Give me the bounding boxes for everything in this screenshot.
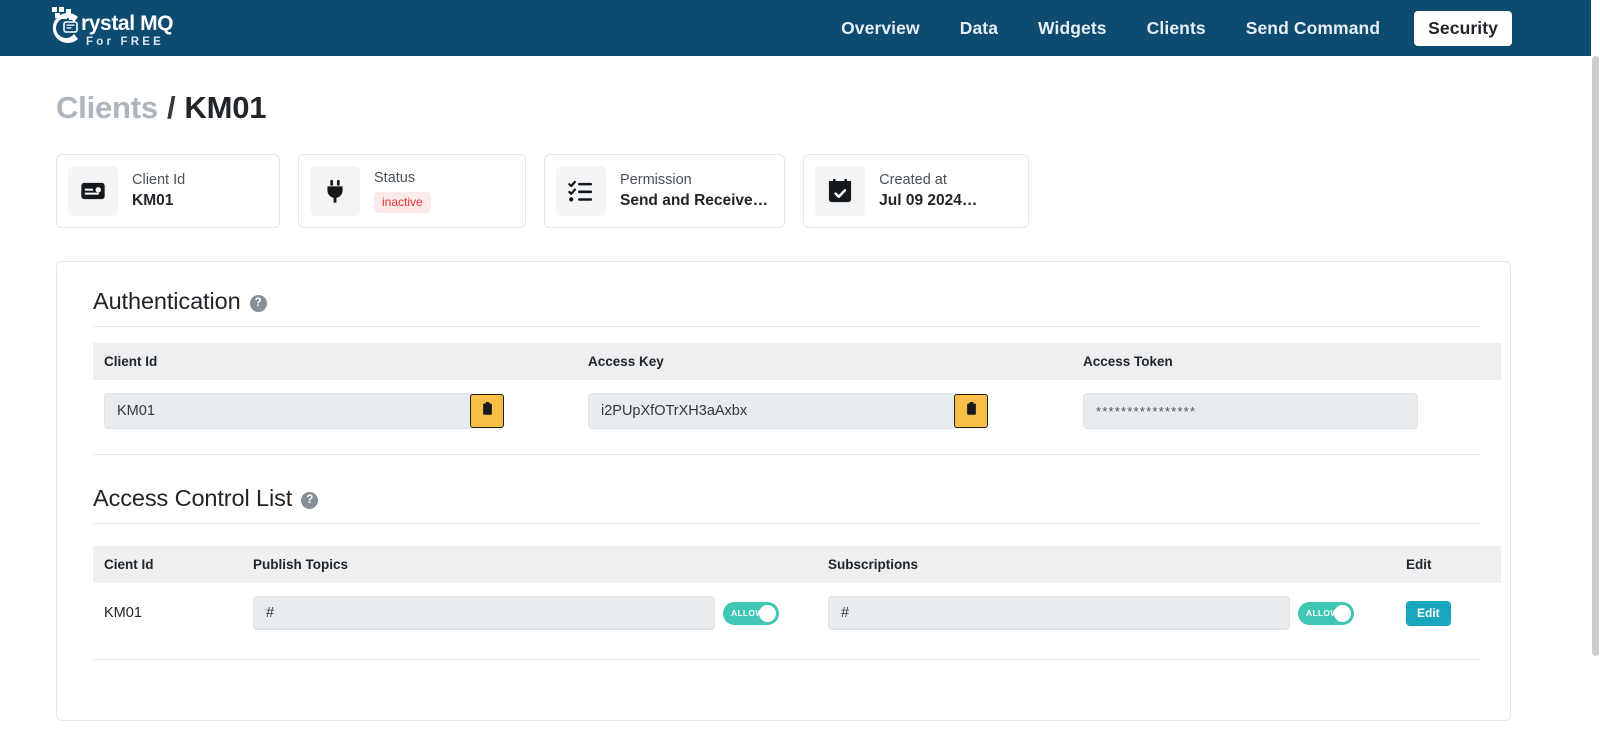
primary-navigation: Overview Data Widgets Clients Send Comma… xyxy=(825,11,1512,46)
card-client-id-label: Client Id xyxy=(132,171,185,189)
acl-col-subscriptions: Subscriptions xyxy=(828,546,1406,583)
acl-col-publish-topics: Publish Topics xyxy=(253,546,828,583)
authentication-table: Client Id Access Key Access Token KM01 xyxy=(93,343,1501,442)
card-created-at-label: Created at xyxy=(879,171,977,189)
page-body: Clients / KM01 Client Id KM01 xyxy=(0,56,1600,721)
card-permission: Permission Send and Receive… xyxy=(544,154,785,228)
acl-row-divider xyxy=(93,659,1480,660)
acl-title-text: Access Control List xyxy=(93,485,292,512)
card-client-id: Client Id KM01 xyxy=(56,154,280,228)
page-scrollbar-track[interactable] xyxy=(1591,0,1600,735)
brand-logo-link[interactable]: rystal MQ For FREE xyxy=(38,0,188,56)
authentication-help-icon[interactable]: ? xyxy=(250,295,267,312)
crystal-mq-logo-icon: rystal MQ For FREE xyxy=(38,5,188,51)
auth-col-access-key: Access Key xyxy=(588,343,1083,380)
acl-heading: Access Control List ? xyxy=(57,455,1510,512)
nav-item-send-command[interactable]: Send Command xyxy=(1230,12,1396,45)
status-badge: inactive xyxy=(374,192,431,213)
acl-table-row: KM01 # ALLOW # xyxy=(93,583,1501,643)
acl-cell-subscriptions: # ALLOW xyxy=(828,583,1406,643)
subscriptions-input[interactable]: # xyxy=(828,596,1290,630)
clipboard-icon xyxy=(480,401,495,421)
access-key-field[interactable]: i2PUpXfOTrXH3aAxbx xyxy=(588,393,958,429)
page-title: KM01 xyxy=(184,90,266,126)
publish-topics-allow-toggle[interactable]: ALLOW xyxy=(723,602,779,625)
auth-cell-client-id: KM01 xyxy=(93,380,588,442)
acl-table-header-row: Cient Id Publish Topics Subscriptions Ed… xyxy=(93,546,1501,583)
acl-help-icon[interactable]: ? xyxy=(301,492,318,509)
id-card-icon xyxy=(68,166,118,216)
auth-cell-access-token: **************** xyxy=(1083,380,1501,442)
auth-cell-access-key: i2PUpXfOTrXH3aAxbx xyxy=(588,380,1083,442)
breadcrumb-parent-clients[interactable]: Clients xyxy=(56,90,158,126)
svg-text:rystal MQ: rystal MQ xyxy=(81,12,173,35)
card-permission-label: Permission xyxy=(620,171,768,189)
nav-item-clients[interactable]: Clients xyxy=(1131,12,1222,45)
access-token-field[interactable]: **************** xyxy=(1083,393,1418,429)
card-permission-value: Send and Receive… xyxy=(620,191,768,210)
copy-client-id-button[interactable] xyxy=(470,394,504,428)
breadcrumb: Clients / KM01 xyxy=(0,56,1600,126)
card-status: Status inactive xyxy=(298,154,526,228)
card-client-id-value: KM01 xyxy=(132,191,185,210)
breadcrumb-separator: / xyxy=(158,90,184,126)
calendar-check-icon xyxy=(815,166,865,216)
client-id-field[interactable]: KM01 xyxy=(104,393,474,429)
top-navbar: rystal MQ For FREE Overview Data Widgets… xyxy=(0,0,1600,56)
authentication-heading: Authentication ? xyxy=(57,262,1510,315)
plug-icon xyxy=(310,166,360,216)
svg-text:For FREE: For FREE xyxy=(86,36,164,48)
authentication-table-header-row: Client Id Access Key Access Token xyxy=(93,343,1501,380)
nav-item-security[interactable]: Security xyxy=(1414,11,1512,46)
publish-toggle-knob xyxy=(759,605,776,622)
acl-cell-publish-topics: # ALLOW xyxy=(253,583,828,643)
acl-cell-edit: Edit xyxy=(1406,583,1501,643)
nav-item-overview[interactable]: Overview xyxy=(825,12,936,45)
authentication-table-row: KM01 xyxy=(93,380,1501,442)
card-status-label: Status xyxy=(374,169,431,187)
nav-item-widgets[interactable]: Widgets xyxy=(1022,12,1123,45)
authentication-title-text: Authentication xyxy=(93,288,241,315)
page-scrollbar-thumb[interactable] xyxy=(1592,56,1599,656)
acl-table: Cient Id Publish Topics Subscriptions Ed… xyxy=(93,546,1501,643)
nav-item-data[interactable]: Data xyxy=(944,12,1014,45)
copy-access-key-button[interactable] xyxy=(954,394,988,428)
edit-acl-button[interactable]: Edit xyxy=(1406,601,1451,626)
acl-client-id-value: KM01 xyxy=(104,605,142,621)
checklist-icon xyxy=(556,166,606,216)
summary-cards: Client Id KM01 Status inactive xyxy=(0,126,1600,228)
acl-col-edit: Edit xyxy=(1406,546,1501,583)
subscriptions-allow-toggle[interactable]: ALLOW xyxy=(1298,602,1354,625)
authentication-divider xyxy=(93,326,1480,327)
card-created-at: Created at Jul 09 2024… xyxy=(803,154,1029,228)
security-panel: Authentication ? Client Id Access Key Ac… xyxy=(56,261,1511,721)
acl-cell-client-id: KM01 xyxy=(93,583,253,643)
auth-col-client-id: Client Id xyxy=(93,343,588,380)
subscriptions-toggle-knob xyxy=(1334,605,1351,622)
clipboard-icon xyxy=(964,401,979,421)
acl-divider xyxy=(93,523,1480,524)
auth-col-access-token: Access Token xyxy=(1083,343,1501,380)
acl-col-client-id: Cient Id xyxy=(93,546,253,583)
publish-topics-input[interactable]: # xyxy=(253,596,715,630)
card-created-at-value: Jul 09 2024… xyxy=(879,191,977,210)
